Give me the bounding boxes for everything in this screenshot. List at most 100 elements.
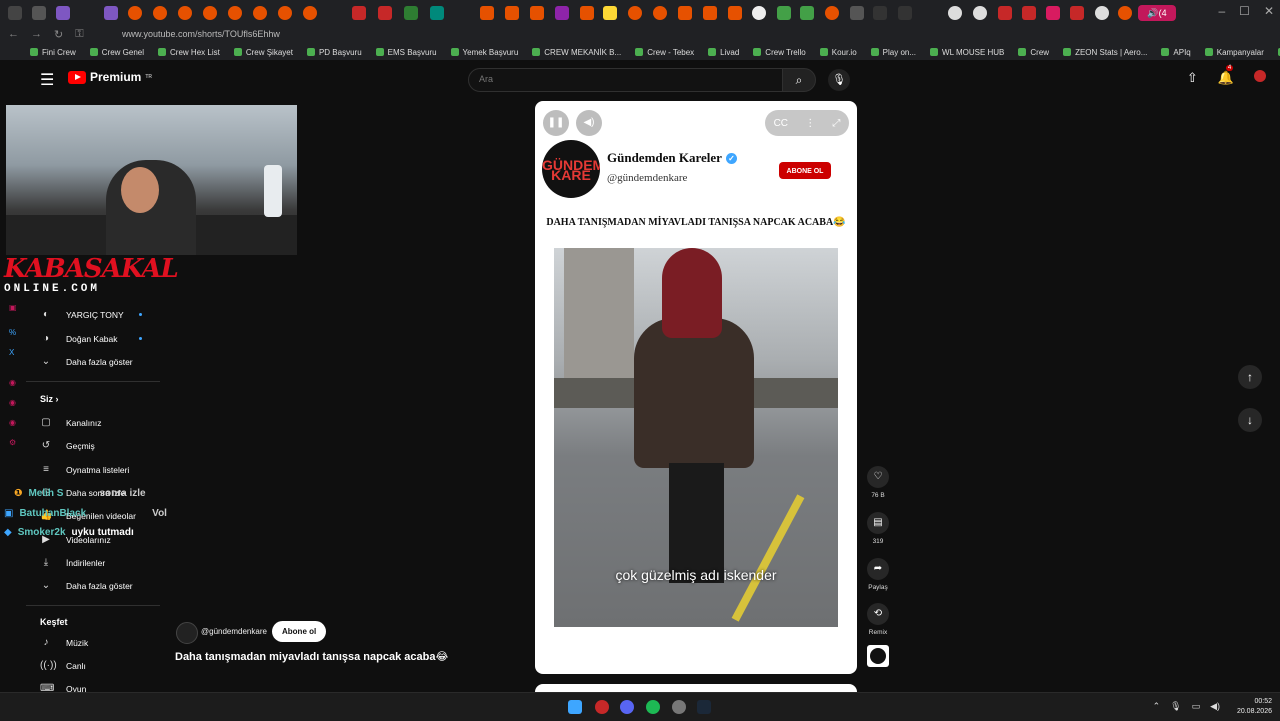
- steam-icon[interactable]: [697, 700, 711, 714]
- url-field[interactable]: www.youtube.com/shorts/TOUfls6Ehhw: [122, 29, 280, 39]
- tab-icon[interactable]: [128, 6, 142, 20]
- bookmark-item[interactable]: ZEON Stats | Aero...: [1063, 48, 1147, 57]
- voice-search-button[interactable]: 🎙: [828, 69, 850, 91]
- tab-icon[interactable]: [580, 6, 594, 20]
- tab-icon[interactable]: [352, 6, 366, 20]
- reload-icon[interactable]: ↻: [54, 28, 63, 41]
- tab-icon[interactable]: [973, 6, 987, 20]
- you-section-title[interactable]: Siz ›: [40, 394, 59, 404]
- channel-avatar[interactable]: GÜNDEMDEN KARE: [542, 140, 600, 198]
- bookmark-item[interactable]: Crew Hex List: [158, 48, 220, 57]
- tab-icon[interactable]: [303, 6, 317, 20]
- sidebar-item-downloads[interactable]: ⤓ İndirilenler: [40, 557, 105, 568]
- bookmark-item[interactable]: Crew: [1018, 48, 1049, 57]
- remix-action[interactable]: ⟲ Remix: [867, 603, 889, 636]
- notification-bell-icon[interactable]: 🔔 4: [1218, 65, 1234, 86]
- minimize-icon[interactable]: –: [1218, 4, 1225, 18]
- tab-icon[interactable]: [56, 6, 70, 20]
- bookmark-item[interactable]: CREW MEKANİK B...: [532, 48, 621, 57]
- tab-icon[interactable]: [253, 6, 267, 20]
- info-channel-avatar[interactable]: [176, 622, 198, 644]
- maximize-icon[interactable]: ☐: [1239, 4, 1250, 18]
- search-input[interactable]: [469, 69, 779, 89]
- tab-icon[interactable]: [800, 6, 814, 20]
- sidebar-item-yargic-tony[interactable]: ◐ YARGIÇ TONY: [40, 309, 124, 320]
- app-icon[interactable]: [672, 700, 686, 714]
- tab-icon[interactable]: [1118, 6, 1132, 20]
- tab-icon[interactable]: [1022, 6, 1036, 20]
- tab-icon[interactable]: [728, 6, 742, 20]
- discord-icon[interactable]: [620, 700, 634, 714]
- info-subscribe-button[interactable]: Abone ol: [272, 621, 327, 642]
- bookmark-item[interactable]: Play on...: [871, 48, 916, 57]
- tab-icon[interactable]: [480, 6, 494, 20]
- tab-icon[interactable]: [228, 6, 242, 20]
- tab-icon[interactable]: [555, 6, 569, 20]
- volume-button[interactable]: ◀): [576, 110, 602, 136]
- tab-icon[interactable]: [278, 6, 292, 20]
- tab-icon[interactable]: [873, 6, 887, 20]
- tab-icon[interactable]: [378, 6, 392, 20]
- tab-icon[interactable]: [653, 6, 667, 20]
- tab-icon[interactable]: [948, 6, 962, 20]
- channel-thumbnail-button[interactable]: [867, 645, 889, 667]
- back-icon[interactable]: ←: [8, 28, 19, 41]
- sidebar-item-playlists[interactable]: ≡ Oynatma listeleri: [40, 464, 129, 475]
- tab-icon[interactable]: [777, 6, 791, 20]
- tab-icon[interactable]: [850, 6, 864, 20]
- comment-action[interactable]: ▤ 319: [867, 512, 889, 545]
- tab-icon[interactable]: [32, 6, 46, 20]
- tab-icon[interactable]: [178, 6, 192, 20]
- start-icon[interactable]: [568, 700, 582, 714]
- active-tab[interactable]: 🔊(4: [1138, 5, 1176, 21]
- bookmark-item[interactable]: Kampanyalar: [1205, 48, 1264, 57]
- upload-icon[interactable]: ⇧: [1187, 70, 1198, 86]
- info-channel-handle[interactable]: @gündemdenkare: [201, 627, 267, 636]
- short-player-card[interactable]: ❚❚ ◀) CC ⋮ ⤢ GÜNDEMDEN KARE Gündemden Ka…: [535, 101, 857, 674]
- bookmark-item[interactable]: WL MOUSE HUB: [930, 48, 1004, 57]
- tab-icon[interactable]: [530, 6, 544, 20]
- bookmark-item[interactable]: APIq: [1161, 48, 1190, 57]
- bookmark-item[interactable]: Kour.io: [820, 48, 857, 57]
- share-action[interactable]: ➦ Paylaş: [867, 558, 889, 591]
- tab-icon[interactable]: [703, 6, 717, 20]
- bookmark-item[interactable]: PD Başvuru: [307, 48, 362, 57]
- pause-button[interactable]: ❚❚: [543, 110, 569, 136]
- tab-icon[interactable]: [998, 6, 1012, 20]
- sidebar-item-music[interactable]: ♪ Müzik: [40, 637, 89, 648]
- tab-icon[interactable]: [8, 6, 22, 20]
- channel-name[interactable]: Gündemden Kareler ✓: [607, 150, 737, 166]
- bookmark-item[interactable]: Fini Crew: [30, 48, 76, 57]
- lock-icon[interactable]: ⚿: [75, 28, 83, 41]
- fullscreen-icon[interactable]: ⤢: [832, 118, 840, 129]
- show-more-button[interactable]: ⌄ Daha fazla göster: [40, 356, 133, 367]
- tab-icon[interactable]: [203, 6, 217, 20]
- tab-icon[interactable]: [505, 6, 519, 20]
- tab-icon[interactable]: [825, 6, 839, 20]
- tab-icon[interactable]: [104, 6, 118, 20]
- like-action[interactable]: ♡ 76 B: [867, 466, 889, 499]
- tab-icon[interactable]: [1095, 6, 1109, 20]
- tab-icon[interactable]: [153, 6, 167, 20]
- previous-short-button[interactable]: ↑: [1238, 365, 1262, 389]
- show-more-button[interactable]: ⌄ Daha fazla göster: [40, 580, 133, 591]
- bookmark-item[interactable]: Crew Genel: [90, 48, 144, 57]
- youtube-logo[interactable]: Premium TR: [68, 70, 152, 84]
- bookmark-item[interactable]: EMS Başvuru: [376, 48, 437, 57]
- clock[interactable]: 00:52 20.08.2026: [1237, 697, 1272, 717]
- tab-icon[interactable]: [898, 6, 912, 20]
- bookmark-item[interactable]: Crew Şikayet: [234, 48, 293, 57]
- tab-icon[interactable]: [1070, 6, 1084, 20]
- volume-icon[interactable]: ◀): [1210, 701, 1220, 712]
- tab-icon[interactable]: [603, 6, 617, 20]
- spotify-icon[interactable]: [646, 700, 660, 714]
- tab-icon[interactable]: [430, 6, 444, 20]
- bookmark-item[interactable]: Crew - Tebex: [635, 48, 694, 57]
- next-short-button[interactable]: ↓: [1238, 408, 1262, 432]
- more-options-icon[interactable]: ⋮: [805, 118, 815, 129]
- account-avatar[interactable]: [1254, 70, 1266, 82]
- tab-icon[interactable]: [404, 6, 418, 20]
- bookmark-item[interactable]: Livad: [708, 48, 739, 57]
- sidebar-item-history[interactable]: ↺ Geçmiş: [40, 440, 95, 451]
- forward-icon[interactable]: →: [31, 28, 42, 41]
